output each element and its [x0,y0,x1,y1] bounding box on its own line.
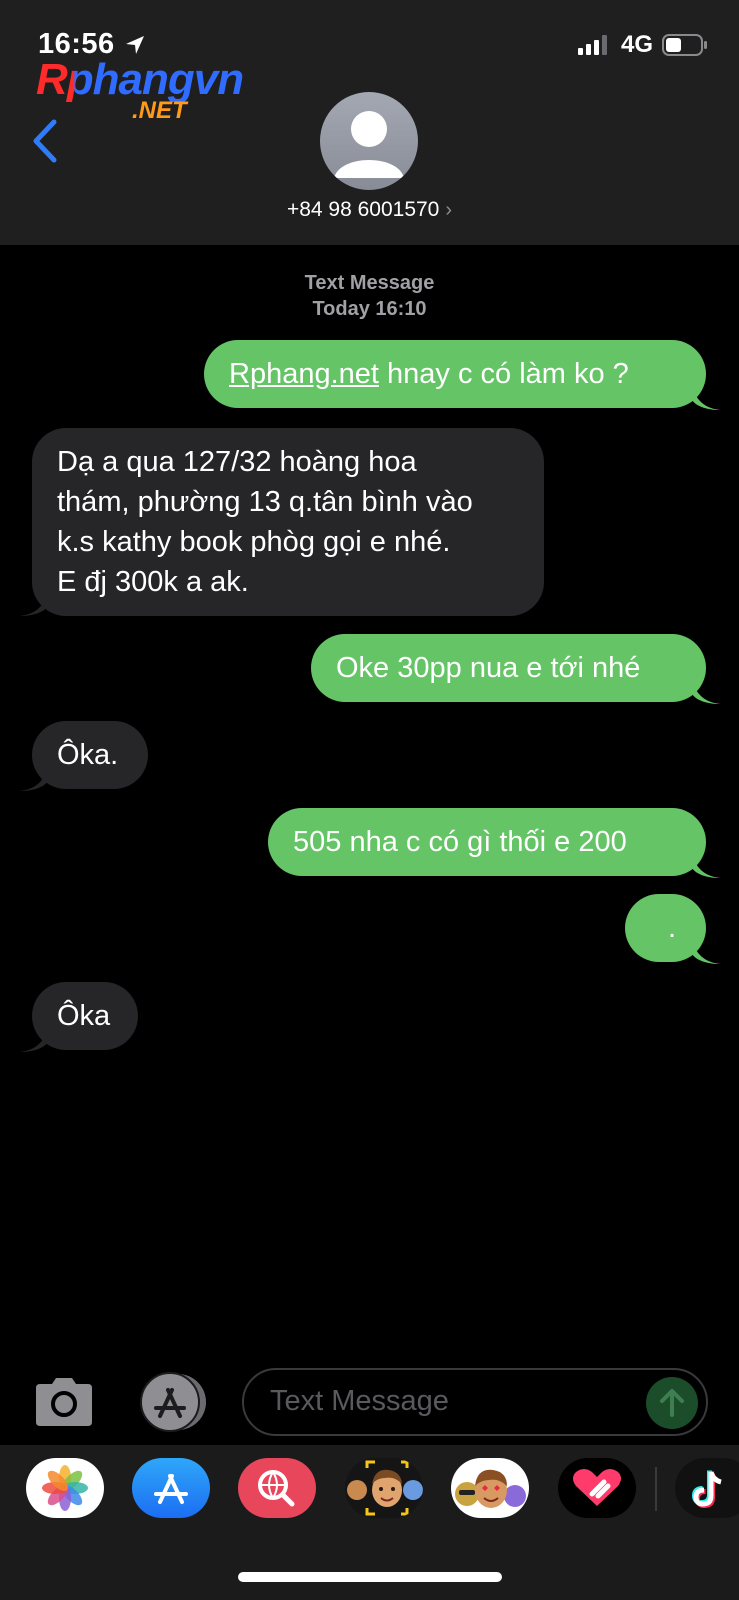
message-bubble-incoming[interactable]: Ôka. [32,721,148,789]
message-text: Oke 30pp nua e tới nhé [336,652,641,684]
app-store-app[interactable] [132,1458,210,1518]
send-button[interactable] [646,1377,698,1429]
message-text: 505 nha c có gì thối e 200 [293,826,627,858]
memoji-app[interactable] [345,1458,423,1518]
bubble-tail-outgoing [692,854,720,878]
message-type-label: Text Message [304,272,435,294]
animoji-app-icon [455,1469,526,1508]
imessage-app-drawer [0,1445,739,1600]
conversation-header: 16:56 4G Rphangvn .NET +84 98 6001570 › [0,0,739,245]
send-arrow-icon [660,1389,684,1417]
message-bubble-outgoing[interactable]: Oke 30pp nua e tới nhé [311,634,706,702]
watermark-main: Rphangvn [36,55,244,104]
contact-number: +84 98 6001570 [286,198,440,221]
bubble-tail-outgoing [692,386,720,410]
tiktok-app[interactable] [675,1458,739,1518]
bubble-tail-incoming [20,1028,48,1052]
contact-name-row[interactable]: +84 98 6001570 › [0,198,739,222]
home-indicator[interactable] [238,1572,502,1582]
app-store-app-icon [154,1474,188,1504]
bubble-tail-incoming [20,767,48,791]
input-placeholder: Text Message [270,1385,449,1417]
watermark-logo: Rphangvn .NET [36,58,266,128]
web-search-app[interactable] [238,1458,316,1518]
location-arrow-icon [126,36,144,54]
photos-app[interactable] [26,1458,104,1518]
chevron-right-icon: › [445,199,453,221]
message-line: thám, phường 13 q.tân bình vào [57,486,473,518]
thread-meta: Text Message Today 16:10 [0,270,739,322]
bubble-tail-outgoing [692,940,720,964]
drawer-divider [655,1467,657,1511]
web-search-app-icon [258,1470,295,1507]
bubble-tail-incoming [20,592,48,616]
digital-touch-app-icon [573,1469,621,1506]
digital-touch-app[interactable] [558,1458,636,1518]
tiktok-app-icon [691,1470,722,1509]
message-input[interactable]: Text Message [242,1368,708,1436]
message-bubble-outgoing[interactable]: Rphang.net hnay c có làm ko ? [204,340,706,408]
avatar-icon [334,111,404,178]
message-line: E đj 300k a ak. [57,566,249,598]
message-line: k.s kathy book phòg gọi e nhé. [57,526,451,558]
animoji-app[interactable] [451,1458,529,1518]
signal-icon [578,35,607,55]
message-bubble-incoming[interactable]: Dạ a qua 127/32 hoàng hoa thám, phường 1… [32,428,544,616]
photos-app-icon [42,1465,88,1511]
bubble-tail-outgoing [692,680,720,704]
back-chevron-icon[interactable] [30,118,62,164]
memoji-app-icon [347,1460,423,1516]
network-type: 4G [621,31,654,58]
message-bubble-outgoing[interactable]: 505 nha c có gì thối e 200 [268,808,706,876]
watermark-suffix: .NET [132,97,187,124]
message-text: Ôka. [57,739,119,771]
contact-avatar[interactable] [320,92,418,190]
message-text: . [667,912,676,944]
message-text: hnay c có làm ko ? [378,358,629,390]
app-store-icon [140,1372,206,1432]
thread-timestamp: Today 16:10 [312,298,427,320]
message-line: Dạ a qua 127/32 hoàng hoa [57,446,417,478]
app-store-button[interactable] [138,1372,210,1432]
message-text: Ôka [57,1000,111,1032]
camera-icon[interactable] [32,1376,96,1428]
message-link[interactable]: Rphang.net [229,358,379,390]
battery-icon [662,34,707,56]
